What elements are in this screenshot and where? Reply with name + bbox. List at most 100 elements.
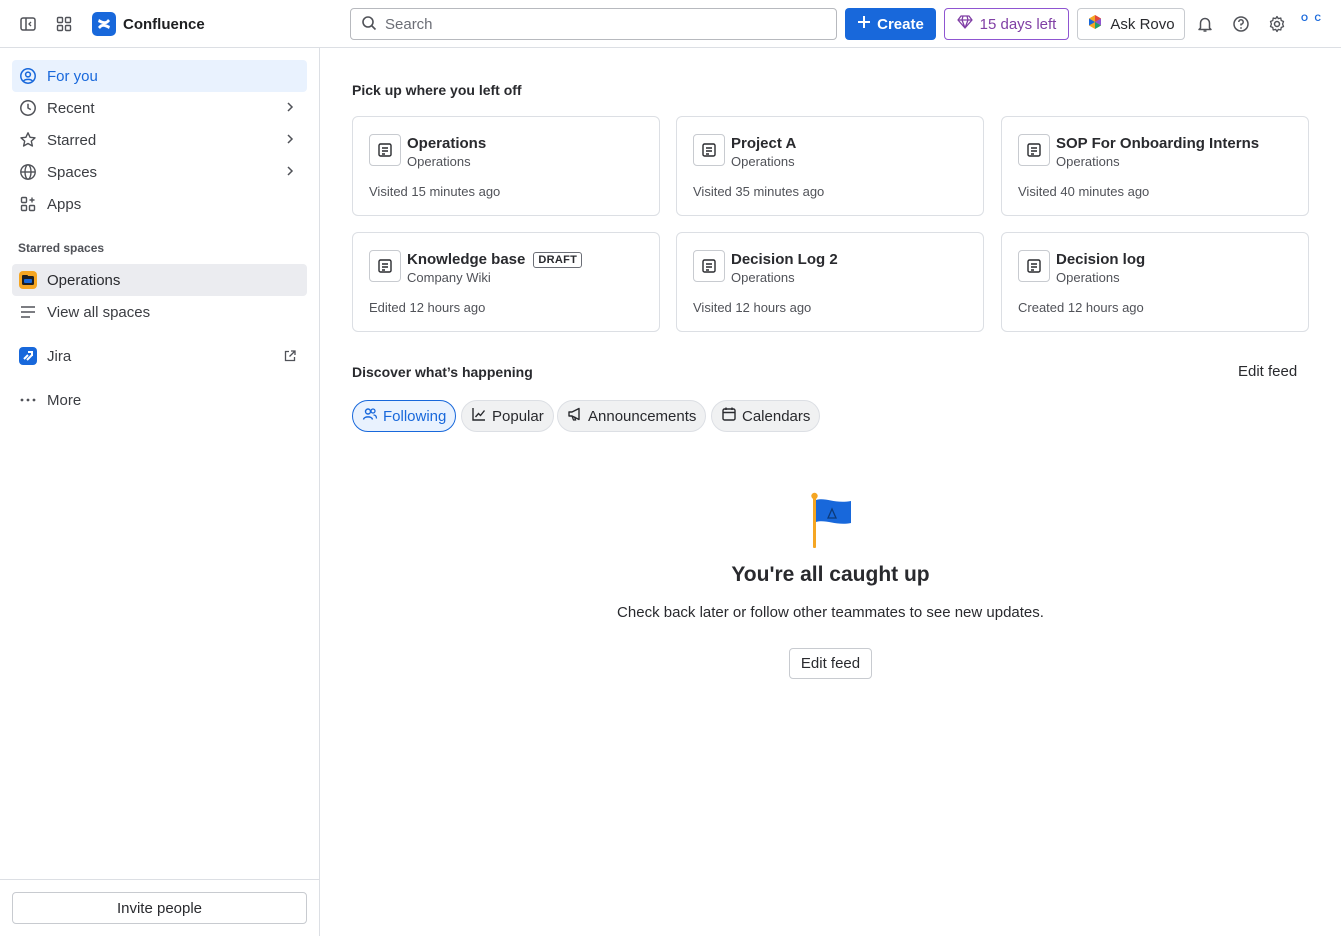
edit-feed-button[interactable]: Edit feed [789,648,872,679]
tab-label: Following [383,407,447,425]
clock-icon [18,98,38,118]
globe-icon [18,162,38,182]
search-icon [361,15,377,34]
trend-chart-icon [471,406,487,426]
sidebar-item-apps[interactable]: Apps [12,188,307,220]
page-icon [369,134,401,166]
sidebar-item-label: Jira [47,347,72,365]
sidebar-item-label: Starred [47,131,97,149]
sidebar-item-view-all-spaces[interactable]: View all spaces [12,296,307,328]
ask-rovo-button[interactable]: Ask Rovo [1077,8,1185,40]
recent-page-card[interactable]: Decision Log 2 Operations Visited 12 hou… [676,232,984,332]
tab-following[interactable]: Following [352,400,457,432]
search-input[interactable] [385,15,825,33]
recent-page-card[interactable]: SOP For Onboarding Interns Operations Vi… [1001,116,1309,216]
sidebar-item-recent[interactable]: Recent [12,92,307,124]
card-visited-time: Visited 15 minutes ago [369,184,501,199]
tab-label: Calendars [742,407,811,425]
draft-badge: DRAFT [533,251,583,268]
page-icon [369,250,401,282]
rovo-icon [1087,14,1103,34]
trial-days-button[interactable]: 15 days left [944,8,1069,40]
profile-avatar[interactable]: O C [1300,13,1324,35]
app-switcher-icon[interactable] [50,10,78,38]
confluence-logo-icon [92,12,116,36]
card-visited-time: Visited 40 minutes ago [1018,184,1150,199]
tab-popular[interactable]: Popular [461,400,554,432]
card-title: Decision log [1056,251,1146,268]
sidebar: For you Recent Starred Spaces Apps Starr… [0,48,320,936]
recent-page-card[interactable]: Knowledge base DRAFT Company Wiki Edited… [352,232,660,332]
page-icon [1018,250,1050,282]
recent-section-title: Pick up where you left off [352,82,522,98]
sidebar-item-label: Spaces [47,163,98,181]
people-icon [362,406,378,426]
sidebar-item-jira[interactable]: Jira [12,340,307,372]
card-created-time: Created 12 hours ago [1018,300,1144,315]
card-title: Decision Log 2 [731,251,838,268]
recent-page-card[interactable]: Decision log Operations Created 12 hours… [1001,232,1309,332]
tab-label: Announcements [588,407,697,425]
calendar-icon [721,406,737,426]
rovo-label: Ask Rovo [1110,15,1175,33]
plus-icon [857,15,871,33]
sidebar-item-starred[interactable]: Starred [12,124,307,156]
create-label: Create [877,15,924,33]
sidebar-toggle-icon[interactable] [14,10,42,38]
more-dots-icon [18,390,38,410]
invite-people-button[interactable]: Invite people [12,892,307,924]
card-space: Company Wiki [407,270,491,285]
tab-calendars[interactable]: Calendars [711,400,821,432]
list-icon [18,302,38,322]
tab-label: Popular [492,407,544,425]
empty-state-message: Check back later or follow other teammat… [617,604,1044,621]
trial-label: 15 days left [979,15,1057,33]
sidebar-space-operations[interactable]: Operations [12,264,307,296]
megaphone-icon [567,406,583,426]
notifications-bell-icon[interactable] [1191,10,1219,38]
sidebar-item-spaces[interactable]: Spaces [12,156,307,188]
card-space: Operations [407,154,471,169]
help-icon[interactable] [1227,10,1255,38]
star-icon [18,130,38,150]
card-title: SOP For Onboarding Interns [1056,135,1260,152]
chevron-right-icon[interactable] [283,132,297,150]
tab-announcements[interactable]: Announcements [557,400,707,432]
card-visited-time: Visited 35 minutes ago [693,184,825,199]
sidebar-item-label: For you [47,67,98,85]
chevron-right-icon[interactable] [283,164,297,182]
confluence-logo[interactable]: Confluence [92,12,205,36]
sidebar-footer: Invite people [0,879,319,936]
jira-logo-icon [18,346,38,366]
external-link-icon [283,349,297,367]
flag-illustration-icon [808,492,854,550]
card-title: Operations [407,135,487,152]
recent-page-card[interactable]: Operations Operations Visited 15 minutes… [352,116,660,216]
sidebar-item-more[interactable]: More [12,384,307,416]
sidebar-item-label: View all spaces [47,303,151,321]
card-visited-time: Visited 12 hours ago [693,300,812,315]
starred-spaces-heading: Starred spaces [18,241,105,255]
top-navigation-bar: Confluence Create 15 days left Ask Rovo … [0,0,1341,48]
search-box[interactable] [350,8,837,40]
apps-grid-icon [18,194,38,214]
sidebar-item-label: More [47,391,82,409]
discover-section-title: Discover what’s happening [352,364,533,380]
card-title: Project A [731,135,797,152]
create-button[interactable]: Create [845,8,936,40]
sidebar-item-label: Recent [47,99,95,117]
edit-feed-link[interactable]: Edit feed [1238,363,1297,380]
card-title: Knowledge base [407,251,526,268]
card-space: Operations [731,154,795,169]
card-space: Operations [1056,270,1120,285]
sidebar-item-label: Apps [47,195,82,213]
diamond-icon [956,14,973,34]
card-space: Operations [731,270,795,285]
space-avatar-icon [18,270,38,290]
settings-gear-icon[interactable] [1263,10,1291,38]
chevron-right-icon[interactable] [283,100,297,118]
sidebar-item-for-you[interactable]: For you [12,60,307,92]
sidebar-item-label: Operations [47,271,121,289]
card-space: Operations [1056,154,1120,169]
recent-page-card[interactable]: Project A Operations Visited 35 minutes … [676,116,984,216]
